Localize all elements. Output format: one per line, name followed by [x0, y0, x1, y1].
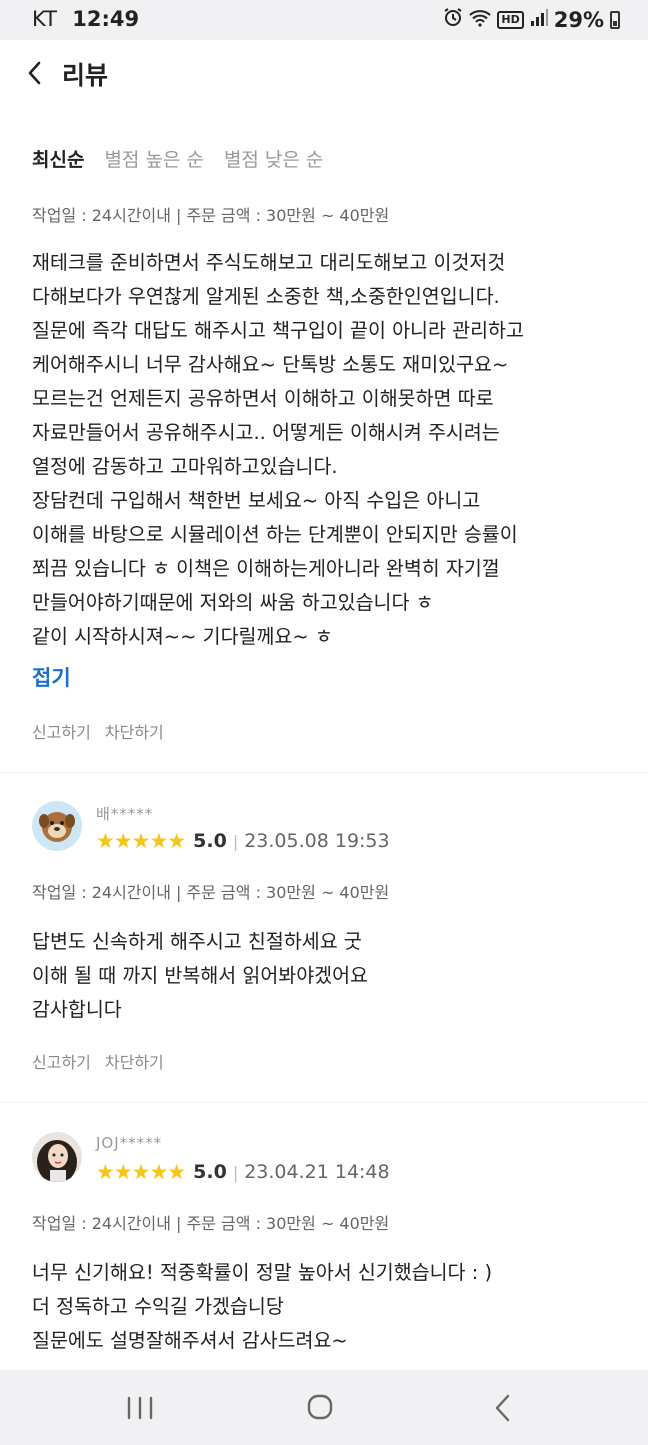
- reviewer-name: JOJ*****: [96, 1134, 163, 1152]
- rating-row: ★★★★★ 5.0 | 23.05.08 19:53: [96, 829, 390, 853]
- sort-latest-tab[interactable]: 최신순: [32, 145, 84, 172]
- recent-apps-button[interactable]: [120, 1390, 160, 1426]
- clock: 12:49: [72, 7, 140, 31]
- recent-apps-icon: [127, 1396, 153, 1420]
- status-right: HD 29%: [443, 7, 620, 32]
- separator: |: [232, 1162, 239, 1182]
- review-date: 23.05.08 19:53: [244, 830, 390, 852]
- sort-low-rating-tab[interactable]: 별점 낮은 순: [224, 145, 323, 172]
- review-date: 23.04.21 14:48: [244, 1161, 390, 1183]
- divider: [0, 772, 648, 773]
- system-back-button[interactable]: [484, 1390, 524, 1426]
- wifi-icon: [469, 8, 492, 32]
- separator: |: [232, 831, 239, 851]
- home-icon: [307, 1394, 333, 1420]
- review-meta: 작업일 : 24시간이내 | 주문 금액 : 30만원 ~ 40만원: [32, 883, 390, 902]
- carrier-label: KT: [32, 7, 57, 31]
- report-button[interactable]: 신고하기: [32, 1049, 91, 1073]
- app-header: 리뷰: [0, 40, 648, 106]
- star-rating-icon: ★★★★★: [96, 829, 186, 853]
- hd-voice-icon: HD: [497, 10, 524, 29]
- reviewer-name: 배*****: [96, 805, 154, 823]
- chevron-left-icon: [28, 61, 41, 85]
- system-nav-bar: [0, 1370, 648, 1445]
- sort-tabs: 최신순 별점 높은 순 별점 낮은 순: [32, 145, 323, 172]
- divider: [0, 1102, 648, 1103]
- review-actions: 신고하기 차단하기: [32, 1049, 164, 1073]
- status-bar: KT 12:49 HD 29%: [0, 0, 648, 40]
- star-rating-icon: ★★★★★: [96, 1160, 186, 1184]
- review-meta: 작업일 : 24시간이내 | 주문 금액 : 30만원 ~ 40만원: [32, 206, 390, 225]
- block-button[interactable]: 차단하기: [105, 1049, 164, 1073]
- review-actions: 신고하기 차단하기: [32, 719, 164, 743]
- signal-icon: [530, 8, 548, 32]
- battery-percent: 29%: [553, 7, 604, 32]
- alarm-icon: [443, 7, 463, 32]
- review-text: 너무 신기해요! 적중확률이 정말 높아서 신기했습니다 : ) 더 정독하고 …: [32, 1261, 493, 1352]
- back-button[interactable]: [22, 56, 52, 90]
- block-button[interactable]: 차단하기: [105, 719, 164, 743]
- review-text: 답변도 신속하게 해주시고 친절하세요 굿 이해 될 때 까지 반복해서 읽어봐…: [32, 930, 368, 1021]
- report-button[interactable]: 신고하기: [32, 719, 91, 743]
- back-icon: [495, 1394, 510, 1422]
- rating-score: 5.0: [193, 1161, 227, 1183]
- review-meta: 작업일 : 24시간이내 | 주문 금액 : 30만원 ~ 40만원: [32, 1214, 390, 1233]
- page-title: 리뷰: [62, 61, 109, 90]
- home-button[interactable]: [300, 1390, 340, 1426]
- sort-high-rating-tab[interactable]: 별점 높은 순: [104, 145, 203, 172]
- rating-score: 5.0: [193, 830, 227, 852]
- avatar: [32, 1132, 82, 1182]
- avatar: [32, 801, 82, 851]
- battery-icon: [610, 10, 620, 29]
- review-text: 재테크를 준비하면서 주식도해보고 대리도해보고 이것저것 다해보다가 우연찮게…: [32, 251, 524, 648]
- status-left: KT 12:49: [32, 7, 139, 31]
- rating-row: ★★★★★ 5.0 | 23.04.21 14:48: [96, 1160, 390, 1184]
- collapse-link[interactable]: 접기: [32, 662, 71, 692]
